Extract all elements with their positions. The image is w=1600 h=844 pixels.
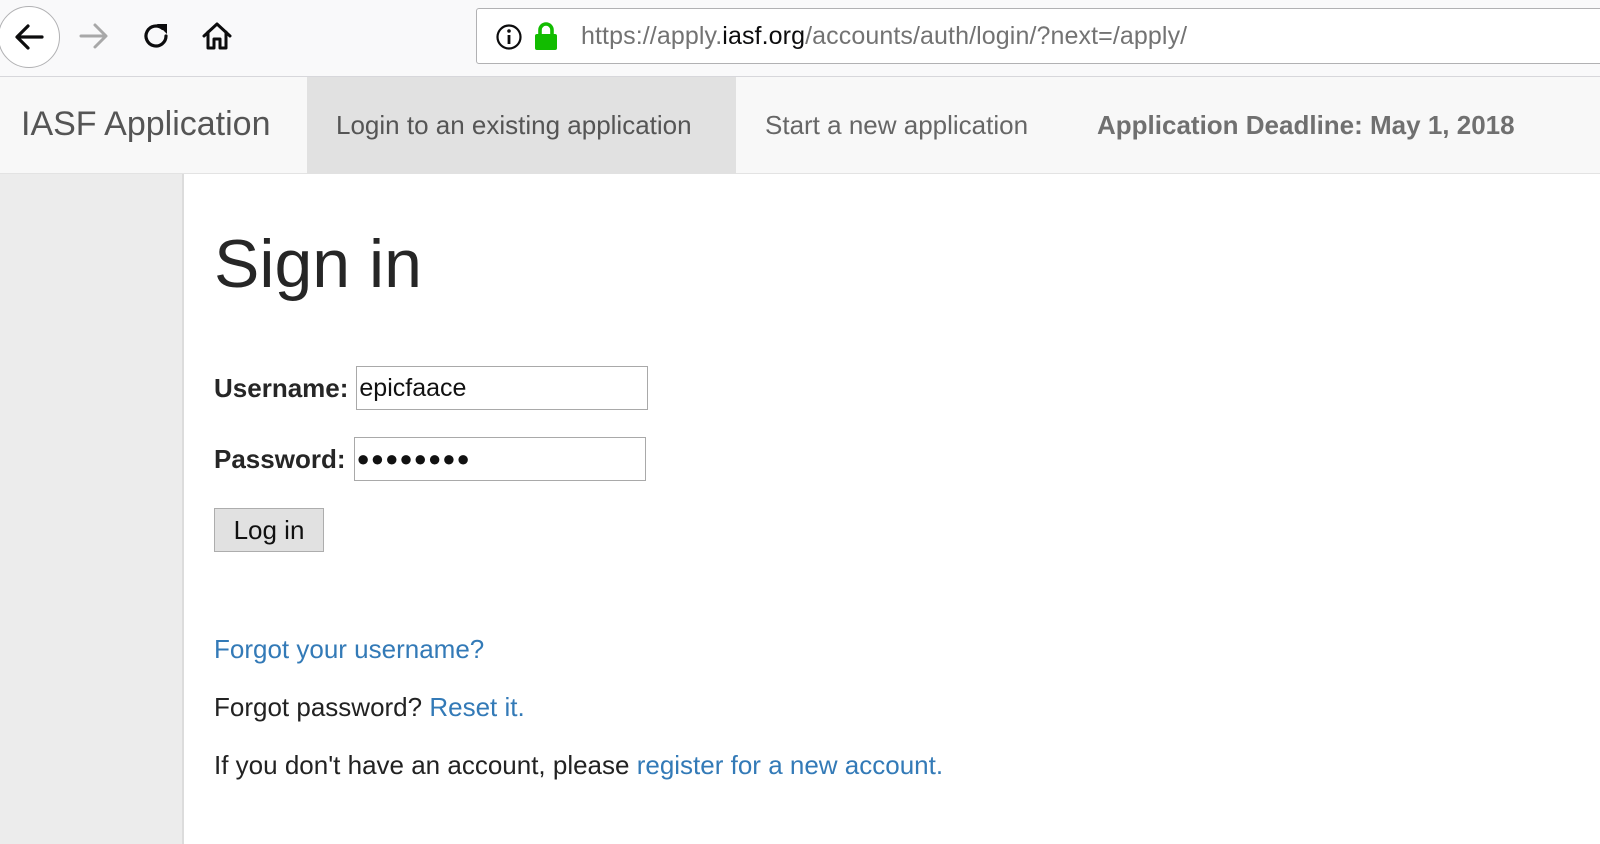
- nav-login-existing[interactable]: Login to an existing application: [307, 77, 736, 174]
- browser-toolbar: https://apply.iasf.org/accounts/auth/log…: [0, 0, 1600, 77]
- forgot-password-line: Forgot password? Reset it.: [214, 692, 525, 723]
- password-input[interactable]: [353, 437, 646, 481]
- site-navbar: IASF Application Login to an existing ap…: [0, 77, 1600, 174]
- forgot-username-link[interactable]: Forgot your username?: [214, 634, 484, 664]
- url-path: /accounts/auth/login/?next=/apply/: [805, 22, 1188, 50]
- password-row: Password:: [214, 437, 646, 481]
- home-button[interactable]: [199, 18, 235, 54]
- register-text: If you don't have an account, please: [214, 750, 637, 780]
- forgot-password-text: Forgot password?: [214, 692, 430, 722]
- url-prefix: https://apply.: [581, 22, 723, 50]
- url-text: https://apply.iasf.org/accounts/auth/log…: [581, 22, 1187, 51]
- reload-icon: [144, 24, 168, 48]
- info-icon[interactable]: [495, 23, 523, 51]
- brand-link[interactable]: IASF Application: [21, 105, 270, 144]
- lock-icon[interactable]: [533, 21, 559, 51]
- deadline-notice: Application Deadline: May 1, 2018: [1097, 110, 1515, 140]
- register-link[interactable]: register for a new account.: [637, 750, 943, 780]
- forward-button[interactable]: [76, 18, 112, 54]
- address-bar[interactable]: https://apply.iasf.org/accounts/auth/log…: [476, 8, 1600, 64]
- forward-arrow-icon: [79, 23, 108, 49]
- nav-start-new[interactable]: Start a new application: [765, 77, 1028, 174]
- back-arrow-icon: [15, 24, 44, 50]
- back-button[interactable]: [0, 6, 60, 68]
- username-row: Username:: [214, 366, 649, 410]
- reload-button[interactable]: [138, 18, 174, 54]
- page-title: Sign in: [214, 226, 422, 302]
- username-label: Username:: [214, 372, 349, 403]
- login-button[interactable]: Log in: [214, 508, 324, 552]
- forgot-username-line: Forgot your username?: [214, 634, 484, 665]
- home-icon: [202, 22, 232, 50]
- url-domain: iasf.org: [722, 22, 806, 50]
- username-input[interactable]: [356, 366, 649, 410]
- register-line: If you don't have an account, please reg…: [214, 750, 943, 781]
- reset-password-link[interactable]: Reset it.: [429, 692, 524, 722]
- main-content: Sign in Username: Password: Log in Forgo…: [182, 174, 1600, 844]
- password-label: Password:: [214, 443, 346, 474]
